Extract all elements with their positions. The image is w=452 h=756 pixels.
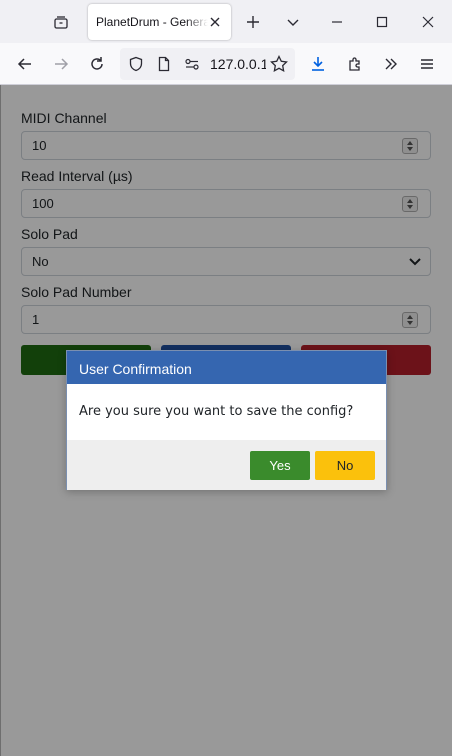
tab-list-icon[interactable] [49,10,73,34]
dialog-message: Are you sure you want to save the config… [79,404,354,419]
active-tab[interactable]: PlanetDrum - General [88,4,231,40]
overflow-icon[interactable] [379,52,403,76]
menu-icon[interactable] [415,52,439,76]
forward-icon[interactable] [49,52,73,76]
tab-title: PlanetDrum - General [96,15,208,29]
navigation-toolbar: 127.0.0.1 [0,43,452,85]
reload-icon[interactable] [85,52,109,76]
maximize-icon[interactable] [370,10,394,34]
list-all-tabs-icon[interactable] [281,10,305,34]
permissions-icon[interactable] [180,52,204,76]
bookmark-star-icon[interactable] [267,52,291,76]
dialog-footer: Yes No [67,440,386,490]
shield-icon[interactable] [124,52,148,76]
extensions-icon[interactable] [343,52,367,76]
close-tab-icon[interactable] [207,14,223,30]
download-icon[interactable] [306,52,330,76]
page-icon[interactable] [152,52,176,76]
url-bar[interactable]: 127.0.0.1 [120,48,295,80]
yes-button[interactable]: Yes [250,451,310,480]
page-edge [0,85,1,756]
close-window-icon[interactable] [416,10,440,34]
new-tab-icon[interactable] [241,10,265,34]
url-text[interactable]: 127.0.0.1 [210,56,266,72]
confirmation-dialog: User Confirmation Are you sure you want … [66,350,387,490]
minimize-icon[interactable] [325,10,349,34]
back-icon[interactable] [13,52,37,76]
browser-tab-strip: PlanetDrum - General [0,0,452,43]
dialog-title: User Confirmation [67,351,386,384]
no-button[interactable]: No [315,451,375,480]
